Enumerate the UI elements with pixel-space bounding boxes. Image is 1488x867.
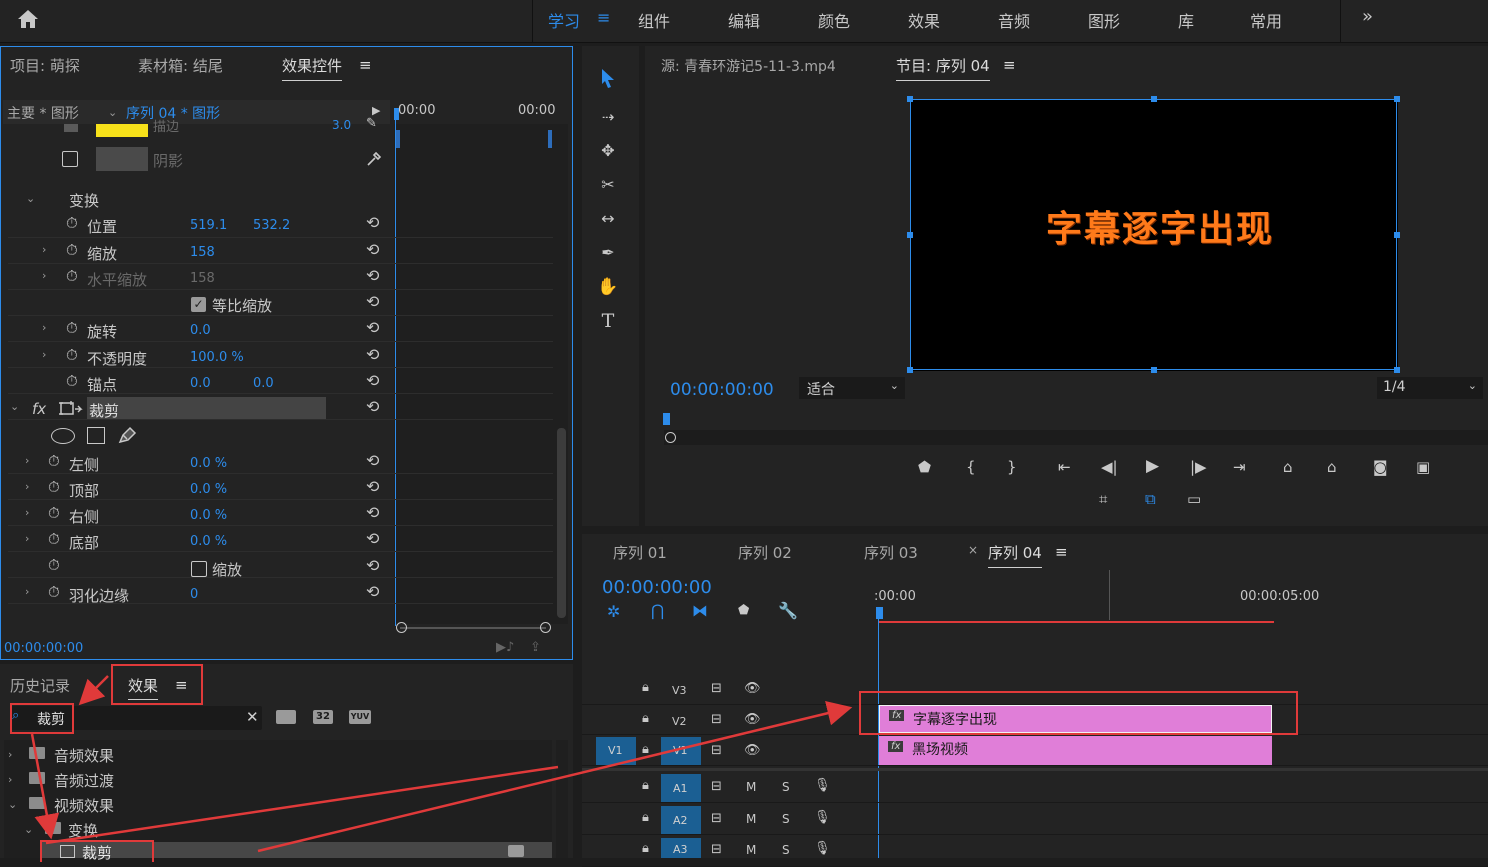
arrow-drag-line: [45, 765, 559, 845]
annotation-arrows: [30, 675, 853, 853]
arrow-search-to-crop: [30, 733, 60, 840]
arrow-crop-to-clip: [257, 700, 853, 853]
arrow-effects-to-search: [78, 675, 109, 706]
